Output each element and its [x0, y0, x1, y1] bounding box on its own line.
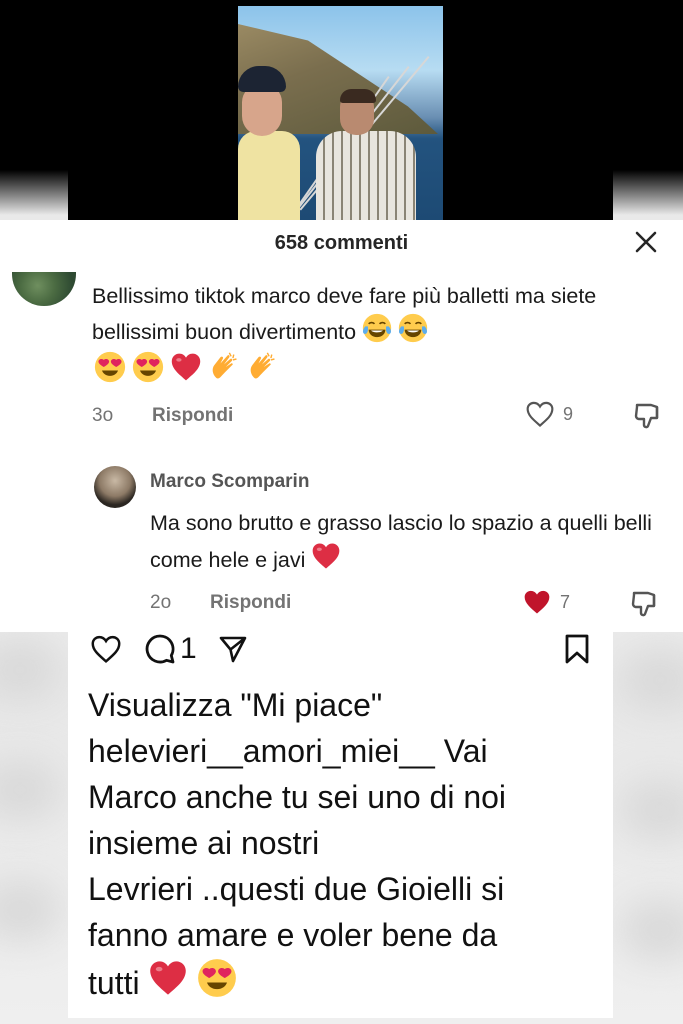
avatar[interactable]	[12, 272, 76, 306]
bookmark-icon	[565, 634, 589, 664]
comment-time: 3o	[92, 405, 114, 426]
thumbs-down-icon	[634, 403, 659, 429]
reply-dislike-button[interactable]	[630, 588, 660, 618]
heart-outline-icon	[526, 401, 554, 427]
comments-title: 658 commenti	[274, 232, 409, 254]
post-comment-count: 1	[180, 632, 197, 665]
reply-body: Ma sono brutto e grasso lascio lo spazio…	[150, 511, 652, 572]
heart-eyes-icon	[197, 958, 237, 998]
clapping-hands-icon	[208, 351, 240, 383]
tears-of-joy-icon	[362, 313, 392, 343]
send-icon	[219, 636, 247, 663]
caption-line: insieme ai nostri	[88, 825, 320, 861]
caption-last-line: tutti	[88, 958, 608, 1006]
red-heart-icon	[148, 958, 188, 998]
heart-eyes-icon	[94, 351, 126, 383]
reply-text: Ma sono brutto e grasso lascio lo spazio…	[150, 505, 670, 578]
post-share-button[interactable]	[218, 634, 248, 664]
like-count: 9	[563, 403, 574, 424]
comment-body: Bellissimo tiktok marco deve fare più ba…	[92, 284, 597, 344]
post-caption: Visualizza "Mi piace" helevieri__amori_m…	[88, 682, 608, 1006]
caption-line: fanno amare e voler bene da	[88, 917, 498, 953]
reply-reply-label: Rispondi	[210, 592, 292, 613]
reply-author[interactable]: Marco Scomparin	[150, 471, 309, 493]
like-button[interactable]: 9	[525, 400, 573, 428]
heart-eyes-icon	[132, 351, 164, 383]
clapping-hands-icon	[246, 351, 278, 383]
comment-bubble-icon	[145, 634, 175, 664]
reply-time: 2o	[150, 592, 172, 613]
dislike-button[interactable]	[633, 400, 663, 430]
heart-filled-icon	[524, 590, 550, 614]
post-actions: 1	[68, 632, 613, 668]
comment-emoji-row	[94, 351, 278, 383]
red-heart-icon	[170, 351, 202, 383]
reply-avatar[interactable]	[94, 466, 136, 508]
post-like-button[interactable]	[90, 634, 122, 664]
tears-of-joy-icon	[398, 313, 428, 343]
video-thumbnail[interactable]	[68, 0, 613, 220]
video-frame-image	[238, 6, 443, 220]
close-button[interactable]	[630, 226, 662, 258]
heart-outline-icon	[91, 635, 121, 663]
post-save-button[interactable]	[564, 634, 590, 664]
reply-like-button[interactable]: 7	[522, 588, 570, 616]
close-icon	[635, 231, 657, 253]
caption-line: tutti	[88, 965, 140, 1001]
reply-label: Rispondi	[152, 405, 234, 426]
thumbs-down-icon	[631, 591, 656, 617]
caption-line: Levrieri ..questi due Gioielli si	[88, 871, 505, 907]
red-heart-icon	[311, 541, 341, 571]
comment-text: Bellissimo tiktok marco deve fare più ba…	[92, 280, 662, 349]
reply-button[interactable]: Rispondi	[152, 405, 233, 427]
caption-line: Marco anche tu sei uno di noi	[88, 779, 507, 815]
caption-line: helevieri__amori_miei__ Vai	[88, 733, 488, 769]
reply-reply-button[interactable]: Rispondi	[210, 592, 291, 614]
person-left-figure	[238, 66, 300, 220]
reply-like-count: 7	[560, 591, 571, 612]
post-footer: 1 Visualizza "Mi piace" helevieri__amori…	[68, 632, 613, 1018]
comments-panel: 658 commenti Bellissimo tiktok marco dev…	[0, 220, 683, 632]
view-likes-link[interactable]: Visualizza "Mi piace"	[88, 682, 608, 728]
post-comment-button[interactable]: 1	[144, 632, 197, 666]
person-right-figure	[306, 89, 421, 220]
